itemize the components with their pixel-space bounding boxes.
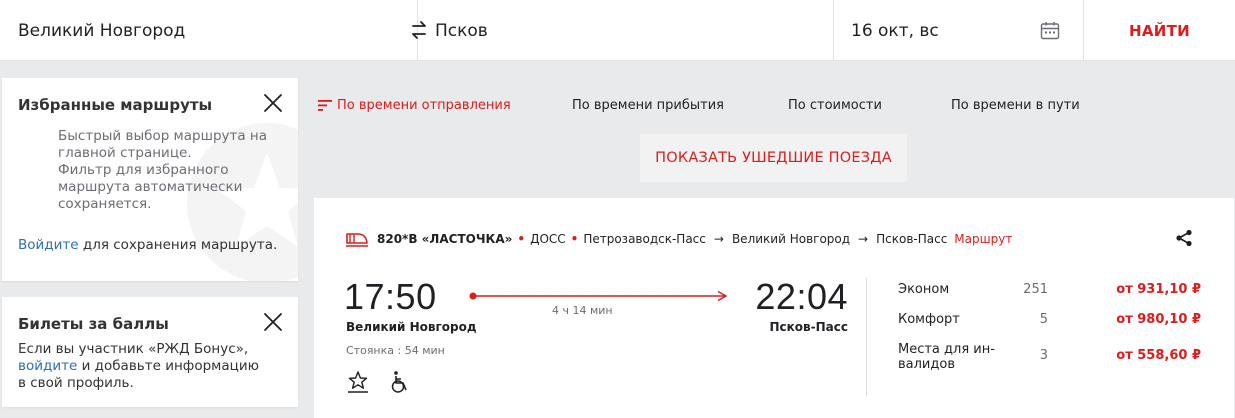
class-name: Эконом bbox=[898, 282, 950, 297]
route-via: Великий Новгород bbox=[731, 232, 851, 246]
swap-icon[interactable] bbox=[410, 19, 428, 41]
login-link[interactable]: Войдите bbox=[18, 237, 79, 253]
priority-passenger-icon bbox=[348, 371, 368, 393]
train-card: 820*В «ЛАСТОЧКА» • ДОСС • Петрозаводск-П… bbox=[314, 198, 1234, 418]
travel-duration: 4 ч 14 мин bbox=[552, 304, 613, 317]
divider bbox=[833, 0, 834, 61]
class-name: Комфорт bbox=[898, 312, 960, 327]
find-button[interactable]: НАЙТИ bbox=[1084, 0, 1235, 61]
bonus-tickets-title: Билеты за баллы bbox=[18, 315, 169, 333]
departure-station: Великий Новгород bbox=[346, 320, 477, 334]
price[interactable]: от 558,60 ₽ bbox=[1116, 348, 1201, 363]
sort-by-arrival[interactable]: По времени прибытия bbox=[572, 98, 724, 113]
route-line bbox=[469, 291, 728, 301]
train-number: 820*В «ЛАСТОЧКА» bbox=[377, 232, 513, 246]
sort-by-price[interactable]: По стоимости bbox=[788, 98, 882, 113]
sort-by-travel-time[interactable]: По времени в пути bbox=[951, 98, 1080, 113]
bonus-login-link[interactable]: войдите bbox=[18, 358, 77, 374]
seats-count: 5 bbox=[1039, 312, 1048, 327]
seats-count: 251 bbox=[1023, 282, 1048, 297]
show-departed-trains-button[interactable]: ПОКАЗАТЬ УШЕДШИЕ ПОЕЗДА bbox=[640, 134, 907, 182]
description-line: Фильтр для избранного маршрута автоматич… bbox=[58, 162, 243, 212]
train-icon bbox=[346, 233, 368, 247]
close-icon[interactable] bbox=[262, 92, 284, 114]
date-field[interactable]: 16 окт, вс bbox=[851, 0, 1051, 61]
divider bbox=[866, 278, 867, 396]
login-suffix: для сохранения маршрута. bbox=[78, 237, 278, 253]
share-icon[interactable] bbox=[1175, 229, 1193, 247]
route-origin: Петрозаводск-Пасс bbox=[583, 232, 706, 246]
favorite-routes-card: Избранные маршруты Быстрый выбор маршрут… bbox=[2, 78, 298, 281]
departure-time: 17:50 bbox=[344, 276, 437, 317]
to-station-field[interactable]: Псков bbox=[435, 0, 833, 61]
class-name-line: Места для ин- bbox=[898, 342, 995, 357]
arrival-time: 22:04 bbox=[755, 276, 848, 317]
route-destination: Псков-Пасс bbox=[876, 232, 948, 246]
bonus-text: Если вы участник «РЖД Бонус», bbox=[18, 341, 249, 357]
separator-dot: • bbox=[570, 232, 579, 246]
bonus-description: Если вы участник «РЖД Бонус», войдите и … bbox=[18, 341, 268, 392]
class-name-line: валидов bbox=[898, 357, 955, 372]
arrival-station: Псков-Пасс bbox=[769, 320, 849, 334]
train-header: 820*В «ЛАСТОЧКА» • ДОСС • Петрозаводск-П… bbox=[346, 230, 1012, 248]
description-line: Быстрый выбор маршрута на главной страни… bbox=[58, 128, 268, 161]
sort-label: По времени отправления bbox=[337, 98, 511, 113]
price[interactable]: от 931,10 ₽ bbox=[1116, 282, 1201, 297]
bonus-tickets-card: Билеты за баллы Если вы участник «РЖД Бо… bbox=[2, 297, 298, 407]
stop-duration: Стоянка : 54 мин bbox=[346, 344, 445, 357]
search-bar: Великий Новгород Псков 16 окт, вс НАЙТИ bbox=[0, 0, 1235, 61]
seats-count: 3 bbox=[1039, 348, 1048, 363]
calendar-icon[interactable] bbox=[1040, 21, 1060, 40]
arrow-icon: → bbox=[713, 232, 724, 246]
carrier: ДОСС bbox=[530, 232, 566, 246]
favorite-routes-description: Быстрый выбор маршрута на главной страни… bbox=[58, 128, 273, 213]
favorite-routes-title: Избранные маршруты bbox=[18, 96, 213, 114]
from-station-field[interactable]: Великий Новгород bbox=[18, 0, 416, 61]
separator-dot: • bbox=[517, 232, 526, 246]
sort-icon bbox=[318, 100, 332, 111]
close-icon[interactable] bbox=[262, 311, 284, 333]
sort-by-departure[interactable]: По времени отправления bbox=[318, 98, 511, 113]
arrow-icon: → bbox=[858, 232, 869, 246]
favorite-routes-login: Войдите для сохранения маршрута. bbox=[18, 237, 277, 253]
route-link[interactable]: Маршрут bbox=[954, 232, 1012, 246]
wheelchair-icon bbox=[391, 371, 407, 393]
price[interactable]: от 980,10 ₽ bbox=[1116, 312, 1201, 327]
class-name: Места для ин- валидов bbox=[898, 342, 1008, 372]
